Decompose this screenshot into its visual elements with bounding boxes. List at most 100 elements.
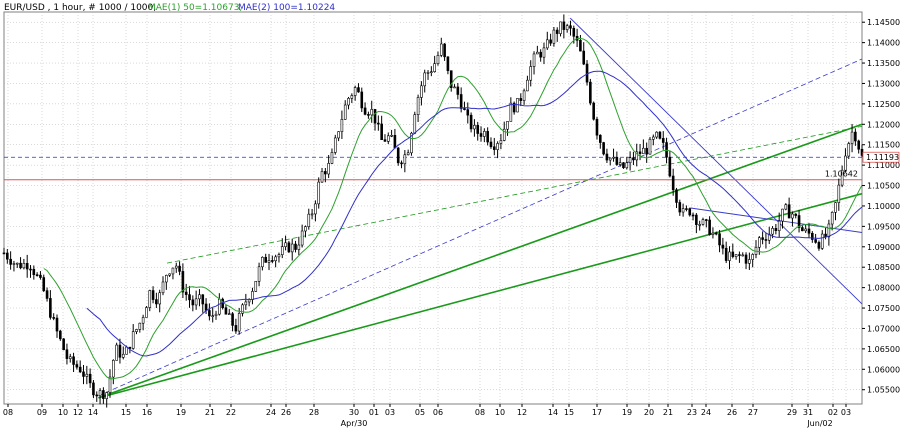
candle-body xyxy=(42,277,46,291)
candle-body xyxy=(748,259,751,264)
candle-body xyxy=(360,91,364,109)
candle-body xyxy=(661,138,665,143)
x-tick-label: 26 xyxy=(727,408,737,417)
x-tick-label: 14 xyxy=(548,408,558,417)
candle-body xyxy=(198,294,201,300)
candle-body xyxy=(178,265,181,272)
candle-body xyxy=(585,63,589,83)
candle-body xyxy=(734,254,738,257)
candle-body xyxy=(102,390,105,399)
candle-body xyxy=(95,394,99,397)
candle-body xyxy=(612,156,615,159)
candle-body xyxy=(655,131,658,138)
candle-body xyxy=(350,95,354,99)
candle-body xyxy=(433,63,436,72)
candle-body xyxy=(65,349,69,359)
current-price-label: 1.11193 xyxy=(866,153,899,162)
candle-body xyxy=(638,151,642,154)
candle-body xyxy=(774,228,778,232)
candle-body xyxy=(714,232,718,235)
y-tick-label: 1.08500 xyxy=(867,263,900,272)
candle-body xyxy=(39,274,42,278)
candle-body xyxy=(310,213,314,216)
price-chart[interactable]: 1.14500 1.14000 1.13500 1.13000 1.12500 1.120… xyxy=(0,0,900,429)
candle-body xyxy=(522,90,526,101)
candle-body xyxy=(724,247,728,261)
chart-header: EUR/USD , 1 hour, # 1000 / 1000, MAE(1) … xyxy=(4,3,335,13)
candle-body xyxy=(675,189,678,203)
candle-body xyxy=(622,162,625,169)
candle-body xyxy=(363,107,367,115)
candle-body xyxy=(814,239,817,243)
candle-body xyxy=(492,146,496,150)
candle-body xyxy=(536,51,539,55)
x-tick-label: 16 xyxy=(142,408,152,417)
candle-body xyxy=(608,157,612,161)
candle-body xyxy=(254,280,258,292)
candle-body xyxy=(367,114,370,116)
candle-body xyxy=(218,298,221,315)
candle-body xyxy=(439,43,443,56)
candle-body xyxy=(271,260,274,262)
candle-body xyxy=(35,274,39,276)
candle-body xyxy=(148,290,152,308)
candle-body xyxy=(559,21,562,34)
candle-body xyxy=(300,230,304,246)
candle-body xyxy=(671,175,675,191)
candle-body xyxy=(784,204,788,210)
candle-body xyxy=(446,56,450,71)
candle-body xyxy=(211,315,215,317)
y-tick-label: 1.06500 xyxy=(867,345,900,354)
candle-body xyxy=(45,290,49,299)
candle-body xyxy=(728,251,731,261)
candle-body xyxy=(121,353,125,358)
candle-body xyxy=(264,256,268,263)
candle-body xyxy=(52,317,55,319)
x-tick-label: 05 xyxy=(415,408,425,417)
candle-body xyxy=(112,360,115,378)
candle-body xyxy=(741,254,745,257)
candle-body xyxy=(430,71,433,73)
candle-body xyxy=(340,119,344,132)
x-tick-label: 12 xyxy=(517,408,527,417)
header-ma2: MAE(2) 100=1.10224 xyxy=(238,3,335,13)
candle-body xyxy=(333,137,337,153)
candle-body xyxy=(718,233,721,246)
candle-body xyxy=(562,21,566,30)
x-tick-label: 31 xyxy=(803,408,813,417)
candle-body xyxy=(552,29,556,44)
candle-body xyxy=(257,266,261,282)
candle-body xyxy=(469,114,473,130)
candle-body xyxy=(108,376,112,393)
candle-body xyxy=(426,71,430,74)
candle-body xyxy=(294,243,297,250)
y-tick-label: 1.10000 xyxy=(867,202,900,211)
candle-body xyxy=(615,156,619,165)
candle-body xyxy=(658,131,662,139)
candle-body xyxy=(705,219,708,221)
y-tick-label: 1.09000 xyxy=(867,243,900,252)
candle-body xyxy=(29,268,32,271)
candle-body xyxy=(49,298,52,318)
candle-body xyxy=(201,294,205,305)
candle-body xyxy=(261,256,264,268)
candle-body xyxy=(691,214,695,217)
candle-body xyxy=(794,213,798,216)
y-tick-label: 1.12000 xyxy=(867,120,900,129)
candle-body xyxy=(781,208,784,222)
candle-body xyxy=(327,163,330,175)
candle-body xyxy=(161,281,165,294)
candle-body xyxy=(403,154,407,165)
candle-body xyxy=(830,211,834,225)
candle-body xyxy=(685,208,688,210)
x-tick-label: 24 xyxy=(266,408,276,417)
candle-body xyxy=(708,219,711,235)
x-tick-label: 27 xyxy=(748,408,758,417)
candle-body xyxy=(850,131,854,144)
candle-body xyxy=(98,390,102,397)
candle-body xyxy=(406,152,410,156)
candle-body xyxy=(565,25,569,30)
candle-body xyxy=(343,104,347,120)
candle-body xyxy=(804,228,807,232)
y-tick-label: 1.06000 xyxy=(867,365,900,374)
